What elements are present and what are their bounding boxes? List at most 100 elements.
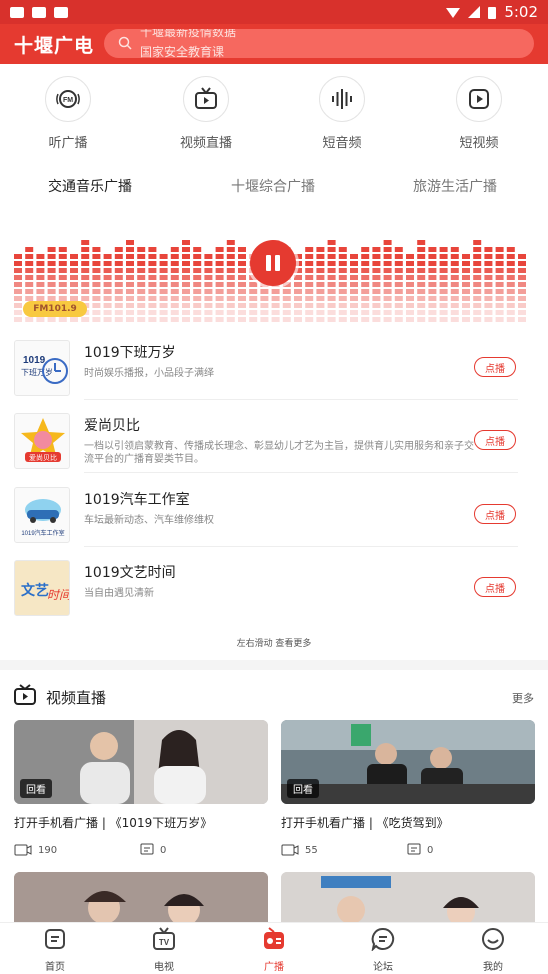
- eq-segment: [159, 268, 168, 273]
- on-demand-button[interactable]: 点播: [474, 504, 516, 524]
- eq-segment: [226, 254, 235, 259]
- eq-segment: [47, 247, 56, 252]
- video-card[interactable]: [14, 872, 268, 922]
- list-item[interactable]: 1019汽车工作室 1019汽车工作室 车坛最新动态、汽车维修维权 点播: [14, 487, 518, 547]
- eq-segment: [137, 275, 146, 280]
- tab-traffic-music[interactable]: 交通音乐广播: [48, 176, 132, 196]
- eq-segment: [394, 275, 403, 280]
- eq-segment: [193, 254, 202, 259]
- tab-profile[interactable]: 我的: [453, 927, 533, 973]
- eq-segment: [506, 289, 515, 294]
- eq-segment: [137, 296, 146, 301]
- tab-home[interactable]: 首页: [15, 927, 95, 973]
- eq-segment: [484, 296, 493, 301]
- tab-shiyan-general[interactable]: 十堰综合广播: [231, 176, 315, 196]
- category-listen-radio[interactable]: FM 听广播: [18, 76, 118, 151]
- eq-segment: [126, 310, 134, 315]
- eq-segment: [305, 296, 314, 301]
- eq-segment: [25, 254, 34, 259]
- eq-segment: [25, 282, 34, 287]
- tab-tv[interactable]: TV 电视: [124, 927, 204, 973]
- replay-badge: 回看: [287, 779, 319, 798]
- tab-radio[interactable]: 广播: [234, 927, 314, 973]
- eq-segment: [361, 282, 370, 287]
- svg-text:1019: 1019: [23, 355, 46, 366]
- program-title: 1019汽车工作室: [84, 492, 190, 508]
- eq-segment: [350, 317, 358, 322]
- eq-segment: [170, 275, 179, 280]
- home-icon: [45, 929, 65, 949]
- eq-segment: [36, 282, 45, 287]
- video-card[interactable]: [281, 872, 535, 922]
- list-item[interactable]: 1019 下班万岁 1019下班万岁 时尚娱乐播报，小品段子满绎 点播: [14, 340, 518, 400]
- eq-segment: [148, 303, 157, 308]
- eq-segment: [327, 310, 336, 315]
- eq-segment: [305, 310, 314, 315]
- search-bar[interactable]: 十堰最新疫情数据 国家安全教育课: [104, 29, 534, 58]
- eq-segment: [215, 289, 224, 294]
- eq-segment: [316, 310, 325, 315]
- eq-segment: [462, 303, 470, 308]
- eq-segment: [495, 289, 504, 294]
- eq-segment: [518, 275, 526, 280]
- eq-segment: [316, 247, 325, 252]
- eq-segment: [282, 317, 291, 322]
- list-item[interactable]: 爱尚贝比 爱尚贝比 一档以引领启蒙教育、传播成长理念、彰显幼儿才艺为主旨，提供育…: [14, 413, 518, 473]
- view-count-icon: [281, 844, 299, 856]
- eq-segment: [282, 303, 291, 308]
- eq-segment: [137, 247, 146, 252]
- eq-segment: [406, 317, 414, 322]
- on-demand-button[interactable]: 点播: [474, 577, 516, 597]
- eq-segment: [495, 261, 504, 266]
- eq-segment: [327, 261, 336, 266]
- eq-segment: [361, 289, 370, 294]
- eq-segment: [260, 303, 269, 308]
- eq-segment: [506, 275, 515, 280]
- eq-segment: [484, 247, 493, 252]
- svg-text:TV: TV: [159, 938, 170, 947]
- eq-segment: [462, 254, 470, 259]
- eq-segment: [126, 275, 134, 280]
- eq-segment: [58, 268, 67, 273]
- video-card[interactable]: 回看 打开手机看广播 | 《1019下班万岁》 190 0: [14, 720, 268, 859]
- on-demand-button[interactable]: 点播: [474, 430, 516, 450]
- channel-tabs: 交通音乐广播 十堰综合广播 旅游生活广播: [0, 176, 548, 198]
- pause-button[interactable]: [250, 240, 296, 286]
- eq-segment: [81, 254, 90, 259]
- eq-segment: [215, 275, 224, 280]
- eq-segment: [462, 261, 470, 266]
- eq-segment: [282, 296, 291, 301]
- list-item[interactable]: 文艺 时间 1019文艺时间 当自由遇见清新 点播: [14, 560, 518, 620]
- tab-forum[interactable]: 论坛: [343, 927, 423, 973]
- eq-segment: [226, 240, 235, 245]
- eq-segment: [58, 261, 67, 266]
- eq-segment: [204, 268, 213, 273]
- eq-segment: [450, 282, 459, 287]
- on-demand-button[interactable]: 点播: [474, 357, 516, 377]
- eq-segment: [238, 303, 246, 308]
- eq-segment: [103, 254, 112, 259]
- eq-segment: [170, 317, 179, 322]
- category-video-live[interactable]: 视频直播: [156, 76, 256, 151]
- eq-segment: [361, 296, 370, 301]
- eq-segment: [518, 282, 526, 287]
- eq-segment: [383, 268, 392, 273]
- video-card[interactable]: 回看 打开手机看广播 | 《吃货驾到》 55 0: [281, 720, 535, 859]
- eq-segment: [126, 296, 134, 301]
- category-short-audio[interactable]: 短音频: [292, 76, 392, 151]
- eq-segment: [103, 268, 112, 273]
- eq-segment: [338, 275, 347, 280]
- eq-segment: [36, 275, 45, 280]
- eq-segment: [327, 303, 336, 308]
- eq-segment: [394, 289, 403, 294]
- eq-segment: [47, 261, 56, 266]
- eq-segment: [70, 275, 78, 280]
- eq-segment: [316, 317, 325, 322]
- eq-segment: [204, 275, 213, 280]
- tab-travel-life[interactable]: 旅游生活广播: [413, 176, 497, 196]
- eq-segment: [126, 303, 134, 308]
- more-link[interactable]: 更多: [512, 690, 534, 706]
- eq-segment: [47, 289, 56, 294]
- eq-segment: [103, 282, 112, 287]
- category-short-video[interactable]: 短视频: [429, 76, 529, 151]
